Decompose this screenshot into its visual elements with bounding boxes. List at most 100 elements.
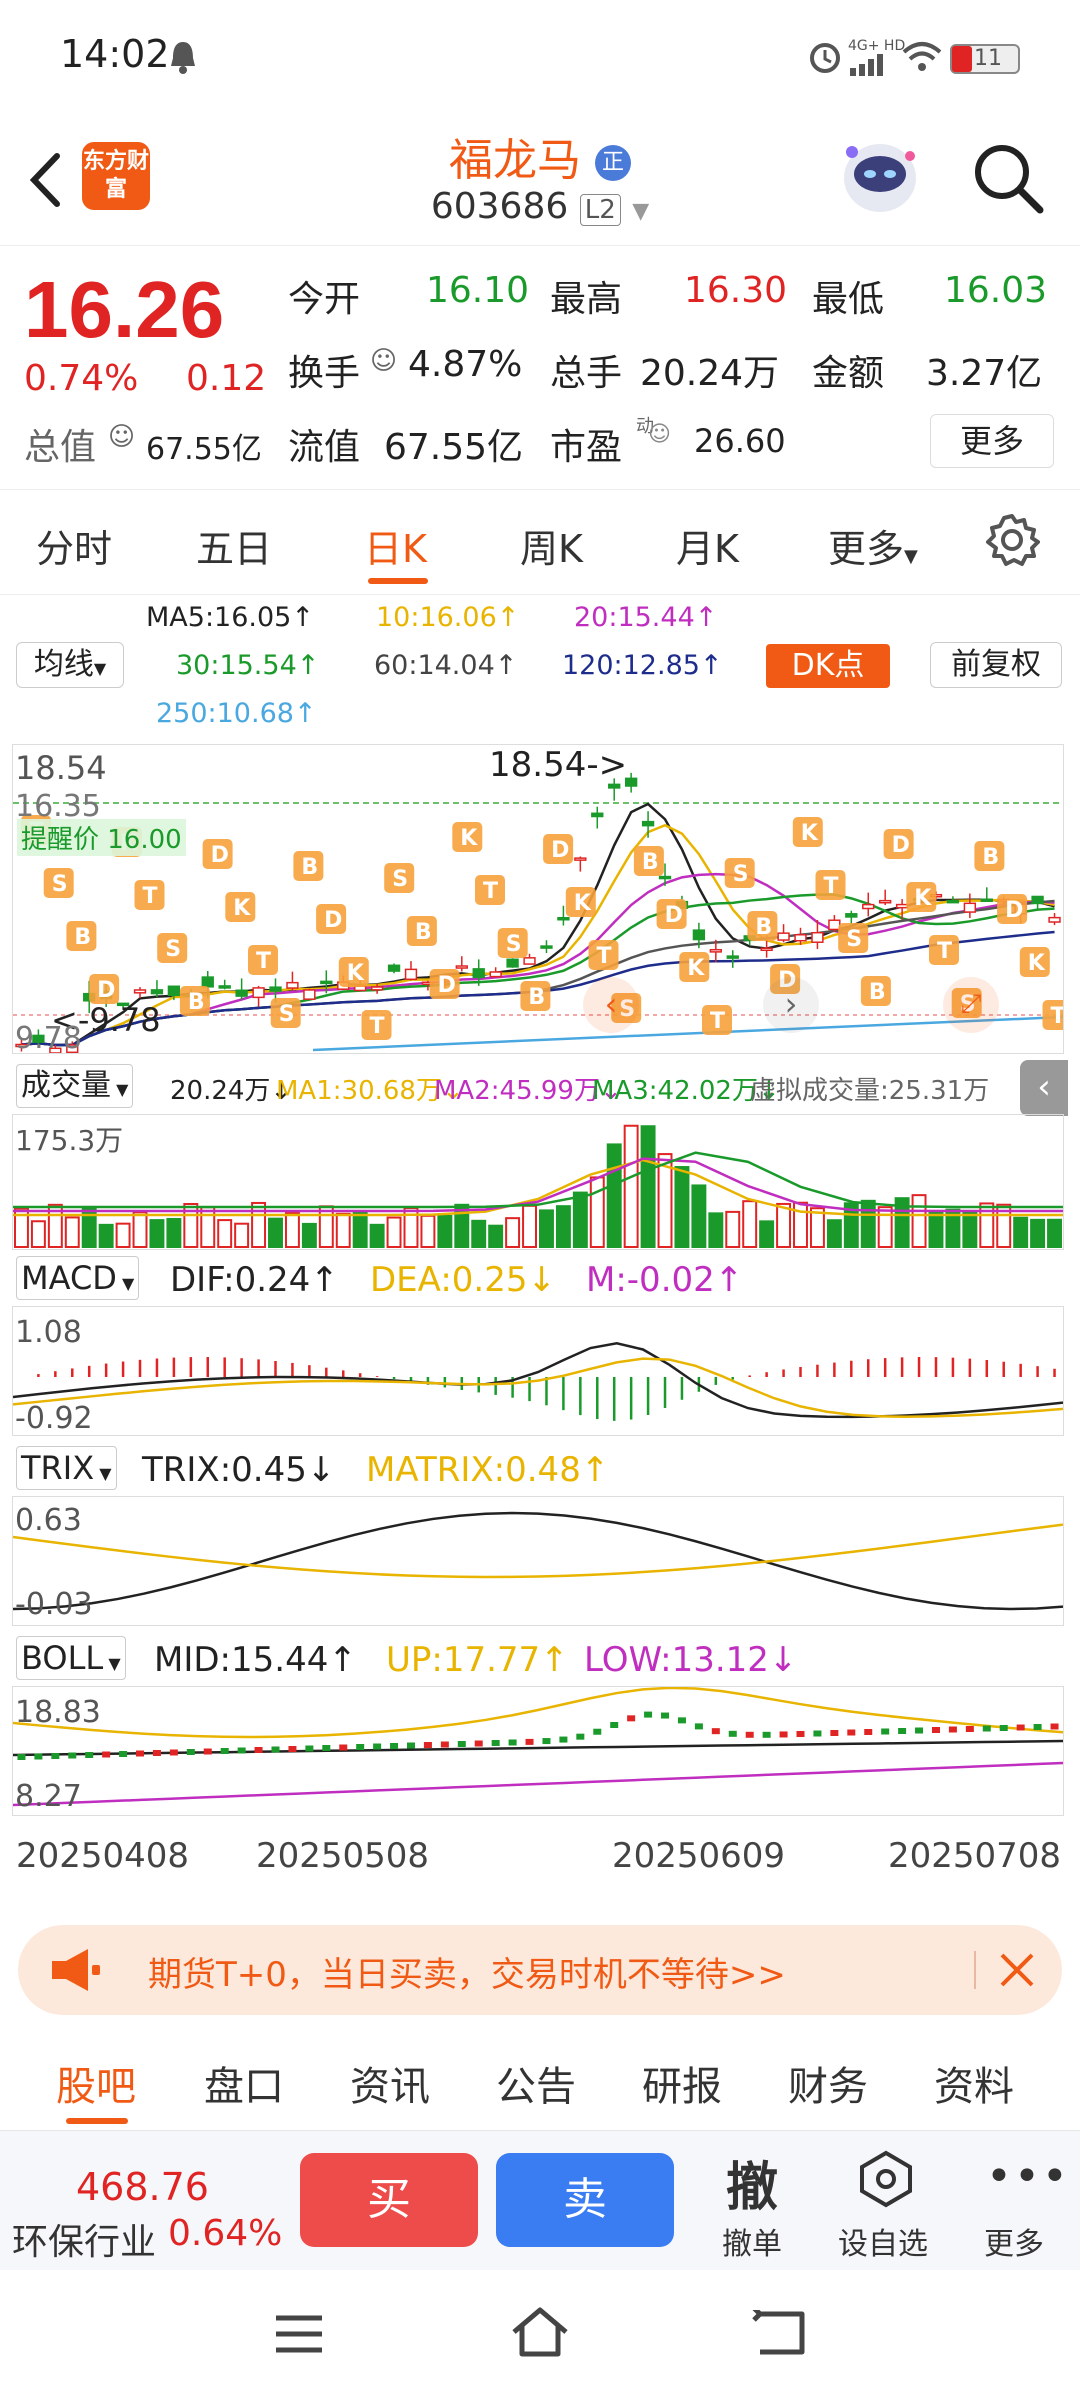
- macd-chart[interactable]: 1.08 -0.92: [12, 1306, 1064, 1436]
- dk-point-button[interactable]: DK点: [766, 644, 890, 688]
- ma10-value: 10:16.06↑: [376, 602, 520, 633]
- tab-news[interactable]: 资讯: [350, 2054, 430, 2112]
- more-quote-button[interactable]: 更多: [930, 414, 1054, 468]
- boll-candle: [864, 1729, 873, 1735]
- sector-name[interactable]: 环保行业: [12, 2213, 156, 2265]
- open-label: 今开: [288, 279, 361, 320]
- sell-button[interactable]: 卖: [496, 2153, 674, 2247]
- candle-body: [862, 903, 875, 910]
- caret-down-icon: ▼: [111, 1080, 129, 1099]
- tab-finance[interactable]: 财务: [788, 2054, 868, 2112]
- back-nav-icon[interactable]: [752, 2310, 806, 2356]
- volume-bar: [471, 1219, 487, 1249]
- boll-candle: [254, 1747, 263, 1753]
- boll-axis-top: 18.83: [15, 1695, 101, 1730]
- date-axis: 20250408 20250508 20250609 20250708: [0, 1822, 1080, 1882]
- candle-body: [269, 986, 282, 992]
- trix-chart[interactable]: 0.63 -0.03: [12, 1496, 1064, 1626]
- high-label: 最高: [550, 279, 623, 320]
- home-icon[interactable]: [510, 2306, 570, 2358]
- ma-selector[interactable]: 均线▼: [16, 642, 124, 688]
- boll-candle: [288, 1746, 297, 1752]
- tab-profile[interactable]: 资料: [934, 2054, 1014, 2112]
- boll-chart[interactable]: 18.83 8.27: [12, 1686, 1064, 1816]
- volume-bar: [860, 1199, 876, 1249]
- cancel-order-icon[interactable]: 撤: [726, 2145, 778, 2220]
- volume-chart[interactable]: 175.3万: [12, 1114, 1064, 1250]
- signal-marker-letter: K: [801, 821, 819, 846]
- watchlist-icon[interactable]: [856, 2149, 916, 2209]
- ma-selector-label: 均线: [33, 647, 94, 682]
- volume-legend: 成交量 ▼ 20.24万↓ MA1:30.68万↓ MA2:45.99万↓ MA…: [0, 1060, 1080, 1116]
- scroll-left-icon[interactable]: ‹: [583, 977, 639, 1033]
- volume-bar: [98, 1223, 114, 1248]
- scroll-right-icon[interactable]: ›: [763, 977, 819, 1033]
- pe-value: 26.60: [694, 422, 786, 460]
- alert-price-label[interactable]: 提醒价 16.00: [17, 819, 186, 856]
- volume-bar: [640, 1125, 656, 1249]
- candle-body: [557, 916, 570, 921]
- boll-candle: [999, 1725, 1008, 1731]
- volume-selector[interactable]: 成交量 ▼: [16, 1064, 134, 1108]
- sector-index-value[interactable]: 468.76: [76, 2165, 209, 2209]
- tab-intraday[interactable]: 分时: [36, 518, 112, 573]
- more-label[interactable]: 更多: [984, 2219, 1044, 2263]
- tab-research[interactable]: 研报: [642, 2054, 722, 2112]
- status-bar: 14:02 4G+ HD 11: [0, 0, 1080, 110]
- current-price: 16.26: [24, 265, 225, 354]
- menu-icon[interactable]: [274, 2314, 324, 2354]
- turnover-value: 4.87%: [408, 344, 523, 385]
- tab-announcements[interactable]: 公告: [496, 2054, 576, 2112]
- tab-weekly-k[interactable]: 周K: [520, 518, 583, 573]
- trix-selector[interactable]: TRIX ▼: [16, 1446, 117, 1490]
- candle-body: [489, 971, 502, 978]
- adjust-price-button[interactable]: 前复权: [930, 642, 1062, 688]
- volume-bar: [962, 1211, 978, 1249]
- boll-candle: [34, 1753, 43, 1760]
- close-icon[interactable]: [998, 1951, 1036, 1989]
- collapse-panel-icon[interactable]: ‹: [1020, 1060, 1068, 1116]
- cancel-order-label[interactable]: 撤单: [722, 2219, 782, 2263]
- more-dots-icon[interactable]: •••: [986, 2151, 1070, 2202]
- signal-marker-letter: S: [846, 927, 862, 952]
- candle-body: [641, 820, 655, 827]
- boll-candle: [373, 1743, 382, 1750]
- robot-assistant-icon[interactable]: [838, 132, 922, 220]
- info-icon[interactable]: ☺: [648, 422, 671, 447]
- candle-body: [879, 899, 892, 904]
- candle-body: [709, 948, 722, 953]
- tab-more[interactable]: 更多▼: [828, 518, 918, 573]
- kline-chart[interactable]: TSBDKTSBDKTSBDKTSBDKTSBDKTSBDKTSBDKTSBDK…: [12, 744, 1064, 1056]
- macd-m: M:-0.02↑: [586, 1260, 744, 1300]
- tab-guba[interactable]: 股吧: [56, 2054, 136, 2112]
- trix-value: TRIX:0.45↓: [142, 1450, 336, 1490]
- boll-candle: [203, 1748, 212, 1755]
- megaphone-icon: [52, 1949, 100, 1991]
- tab-daily-k[interactable]: 日K: [364, 518, 427, 573]
- boll-selector[interactable]: BOLL ▼: [16, 1636, 126, 1680]
- boll-candle: [1016, 1724, 1025, 1731]
- signal-marker-letter: D: [892, 833, 910, 858]
- macd-selector[interactable]: MACD ▼: [16, 1256, 140, 1300]
- boll-candle: [576, 1733, 585, 1740]
- candle-body: [811, 931, 824, 943]
- settings-gear-icon[interactable]: [984, 512, 1040, 568]
- info-icon[interactable]: ☺: [370, 346, 397, 376]
- volume-bar: [217, 1219, 233, 1248]
- boll-candle: [796, 1730, 805, 1737]
- boll-candle: [68, 1752, 77, 1759]
- tab-pankou[interactable]: 盘口: [204, 2054, 284, 2112]
- volume-bar: [386, 1216, 402, 1249]
- candle-body: [828, 919, 841, 931]
- boll-candle: [982, 1725, 991, 1732]
- watchlist-label[interactable]: 设自选: [838, 2219, 928, 2263]
- macd-selector-label: MACD: [21, 1259, 117, 1297]
- tab-monthly-k[interactable]: 月K: [676, 518, 739, 573]
- boll-candle: [423, 1742, 432, 1748]
- expand-icon[interactable]: ⤢: [943, 977, 999, 1033]
- info-icon[interactable]: ☺: [108, 422, 135, 452]
- buy-button[interactable]: 买: [300, 2153, 478, 2247]
- promo-banner[interactable]: 期货T+0，当日买卖，交易时机不等待>>: [18, 1925, 1062, 2015]
- search-icon[interactable]: [970, 140, 1046, 216]
- tab-five-day[interactable]: 五日: [196, 518, 272, 573]
